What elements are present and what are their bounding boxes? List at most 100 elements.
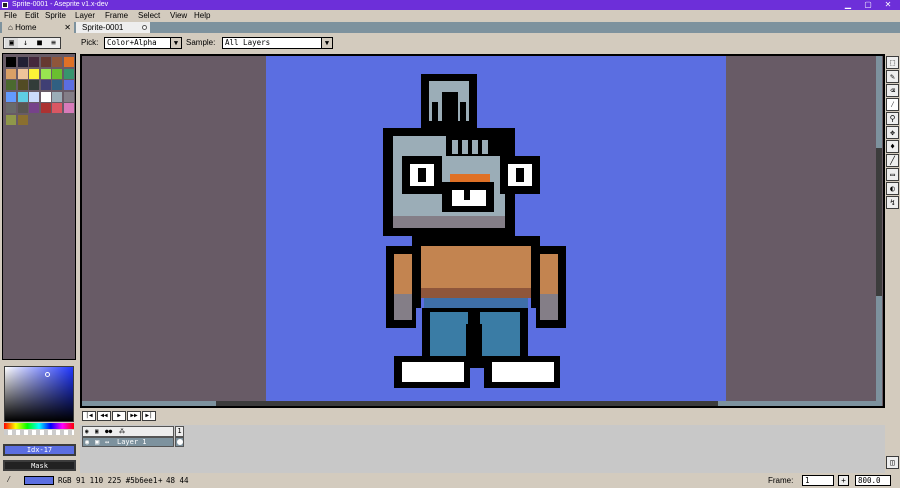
layers-icon[interactable]: ⁂ (119, 427, 125, 436)
palette-swatch[interactable] (40, 68, 51, 79)
menu-sprite[interactable]: Sprite (45, 10, 66, 22)
palette-swatch[interactable] (29, 68, 39, 79)
sample-select[interactable]: All Layers ▼ (222, 37, 333, 49)
last-frame-icon[interactable]: ▶| (142, 411, 156, 421)
palette-swatch[interactable] (17, 68, 28, 79)
add-frame-icon[interactable]: + (838, 475, 849, 486)
contour-icon[interactable]: ◐ (886, 182, 899, 195)
color-cursor-icon[interactable] (45, 372, 50, 377)
intersect-icon[interactable]: ≡ (47, 38, 60, 48)
palette-swatch[interactable] (29, 91, 39, 102)
eye-icon[interactable]: ◉ (85, 438, 89, 446)
palette-swatch[interactable] (40, 91, 51, 102)
zoom-input[interactable]: 800.0 (855, 475, 891, 486)
next-frame-icon[interactable]: ▶▶ (127, 411, 141, 421)
menu-edit[interactable]: Edit (25, 10, 39, 22)
menu-file[interactable]: File (4, 10, 17, 22)
link-icon[interactable]: ↔ (105, 438, 109, 446)
palette-swatch[interactable] (52, 80, 62, 90)
palette-swatch[interactable] (29, 80, 39, 90)
palette-swatch[interactable] (52, 91, 62, 102)
tab-sprite[interactable]: Sprite-0001 (76, 22, 150, 33)
play-icon[interactable]: ▶ (112, 411, 126, 421)
alpha-slider[interactable] (4, 430, 74, 435)
palette-swatch[interactable] (6, 68, 16, 79)
continuous-icon[interactable]: ●● (105, 427, 112, 436)
palette-swatch[interactable] (6, 57, 16, 67)
eyedropper-icon: ⁄ (6, 475, 12, 485)
pencil-icon[interactable]: ✎ (886, 70, 899, 83)
layer-row[interactable]: ◉ ▣ ↔ Layer 1 (82, 437, 174, 447)
eyedropper-icon[interactable]: ⁄ (886, 98, 899, 111)
palette-swatch[interactable] (17, 80, 28, 90)
tab-home[interactable]: ⌂ Home ✕ (2, 22, 74, 33)
frame-header[interactable]: 1 (175, 426, 184, 437)
subtract-icon[interactable]: ■ (33, 38, 46, 48)
paint-bucket-icon[interactable]: ♦ (886, 140, 899, 153)
palette-swatch[interactable] (52, 103, 62, 113)
layer-header: ◉ ▣ ●● ⁂ (82, 426, 174, 437)
maximize-button[interactable]: ▢ (858, 0, 878, 10)
menu-bar: File Edit Sprite Layer Frame Select View… (0, 10, 900, 22)
horizontal-scroll-thumb[interactable] (216, 401, 718, 406)
tab-close-icon[interactable]: ✕ (64, 22, 71, 33)
layer-name: Layer 1 (117, 438, 147, 446)
palette-swatch[interactable] (63, 103, 74, 113)
menu-view[interactable]: View (170, 10, 187, 22)
palette-swatch[interactable] (29, 57, 39, 67)
palette-swatch[interactable] (52, 68, 62, 79)
cel[interactable] (175, 437, 184, 447)
lock-icon[interactable]: ▣ (95, 427, 99, 436)
palette-swatch[interactable] (17, 91, 28, 102)
zoom-icon[interactable]: ⚲ (886, 112, 899, 125)
menu-frame[interactable]: Frame (105, 10, 128, 22)
frame-input[interactable]: 1 (802, 475, 834, 486)
palette-swatch[interactable] (63, 57, 74, 67)
palette-swatch[interactable] (40, 57, 51, 67)
frame-number: 1 (177, 427, 182, 435)
menu-help[interactable]: Help (194, 10, 210, 22)
palette-swatch[interactable] (52, 57, 62, 67)
move-icon[interactable]: ✥ (886, 126, 899, 139)
timeline-toggle-icon[interactable]: ◫ (886, 456, 899, 469)
minimize-button[interactable]: ▁ (838, 0, 858, 10)
line-icon[interactable]: ╱ (886, 154, 899, 167)
palette-swatch[interactable] (6, 91, 16, 102)
palette-swatch[interactable] (29, 103, 39, 113)
close-button[interactable]: ✕ (878, 0, 898, 10)
pick-value: Color+Alpha (107, 38, 157, 47)
palette-swatch[interactable] (63, 80, 74, 90)
menu-layer[interactable]: Layer (75, 10, 95, 22)
rectangle-icon[interactable]: ▭ (886, 168, 899, 181)
menu-select[interactable]: Select (138, 10, 160, 22)
palette-swatch[interactable] (6, 80, 16, 90)
rect-marquee-icon[interactable]: ⬚ (886, 56, 899, 69)
palette-swatch[interactable] (6, 103, 16, 113)
palette-swatch[interactable] (40, 103, 51, 113)
palette-swatch[interactable] (63, 68, 74, 79)
palette-swatch[interactable] (6, 114, 16, 125)
palette-swatch[interactable] (40, 80, 51, 90)
palette-swatch[interactable] (17, 103, 28, 113)
palette-swatch[interactable] (63, 91, 74, 102)
background-color-button[interactable]: Mask (3, 460, 76, 471)
color-spectrum[interactable] (4, 366, 74, 422)
blur-icon[interactable]: ↯ (886, 196, 899, 209)
palette-swatch[interactable] (17, 114, 28, 125)
hue-slider[interactable] (4, 423, 74, 429)
add-icon[interactable]: ↓ (19, 38, 32, 48)
color-info: RGB 91 110 225 #5b6ee1 (58, 476, 158, 485)
eraser-icon[interactable]: ⌫ (886, 84, 899, 97)
lock-icon[interactable]: ▣ (95, 438, 99, 446)
first-frame-icon[interactable]: |◀ (82, 411, 96, 421)
vertical-scroll-thumb[interactable] (876, 148, 882, 296)
modified-dot-icon[interactable] (142, 25, 147, 30)
sprite-canvas[interactable] (266, 56, 726, 403)
chevron-down-icon: ▼ (321, 38, 332, 48)
foreground-color-button[interactable]: Idx-17 (3, 444, 76, 456)
palette-swatch[interactable] (17, 57, 28, 67)
lock-icon[interactable]: ▣ (5, 38, 18, 48)
eye-icon[interactable]: ◉ (85, 427, 89, 436)
prev-frame-icon[interactable]: ◀◀ (97, 411, 111, 421)
pick-select[interactable]: Color+Alpha ▼ (104, 37, 182, 49)
